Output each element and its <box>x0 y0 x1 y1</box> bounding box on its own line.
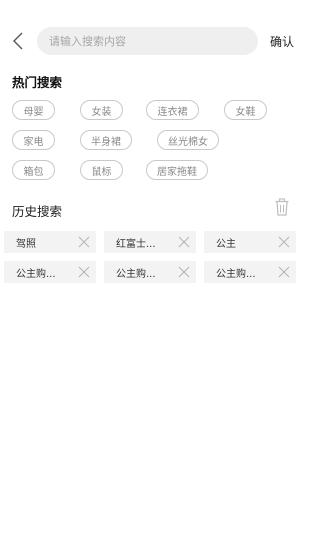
history-item[interactable]: 公主购... <box>204 261 296 283</box>
top-bar: 确认 <box>0 0 300 82</box>
history-item[interactable]: 公主购... <box>4 261 96 283</box>
trash-icon <box>275 198 289 216</box>
close-icon[interactable] <box>278 236 290 248</box>
hot-tag[interactable]: 鼠标 <box>80 160 123 180</box>
hot-tag[interactable]: 半身裙 <box>80 130 132 150</box>
history-item[interactable]: 红富士... <box>104 231 196 253</box>
close-icon[interactable] <box>178 266 190 278</box>
history-item-label: 公主购... <box>216 268 256 280</box>
back-button[interactable] <box>8 30 28 52</box>
hot-tag[interactable]: 家电 <box>12 130 55 150</box>
hot-tag[interactable]: 女装 <box>80 100 123 120</box>
history-item[interactable]: 公主 <box>204 231 296 253</box>
history-item-label: 公主购... <box>16 268 56 280</box>
hot-tag[interactable]: 连衣裙 <box>146 100 199 120</box>
history-title: 历史搜索 <box>12 204 63 219</box>
search-input[interactable] <box>47 33 248 49</box>
close-icon[interactable] <box>278 266 290 278</box>
hot-tag[interactable]: 母婴 <box>12 100 55 120</box>
confirm-button[interactable]: 确认 <box>270 33 294 50</box>
history-item[interactable]: 公主购... <box>104 261 196 283</box>
clear-history-button[interactable] <box>274 198 290 216</box>
chevron-left-icon <box>13 32 23 50</box>
close-icon[interactable] <box>78 266 90 278</box>
close-icon[interactable] <box>178 236 190 248</box>
hot-tag[interactable]: 箱包 <box>12 160 55 180</box>
hot-tag[interactable]: 居家拖鞋 <box>146 160 208 180</box>
hot-tag[interactable]: 女鞋 <box>224 100 267 120</box>
history-item-label: 驾照 <box>16 238 36 250</box>
history-item-label: 公主购... <box>116 268 156 280</box>
hot-search-title: 热门搜索 <box>12 75 63 90</box>
search-box[interactable] <box>37 27 258 55</box>
history-item-label: 公主 <box>216 238 236 250</box>
history-item-label: 红富士... <box>116 238 156 250</box>
close-icon[interactable] <box>78 236 90 248</box>
hot-tag[interactable]: 丝光棉女 <box>157 130 219 150</box>
history-item[interactable]: 驾照 <box>4 231 96 253</box>
